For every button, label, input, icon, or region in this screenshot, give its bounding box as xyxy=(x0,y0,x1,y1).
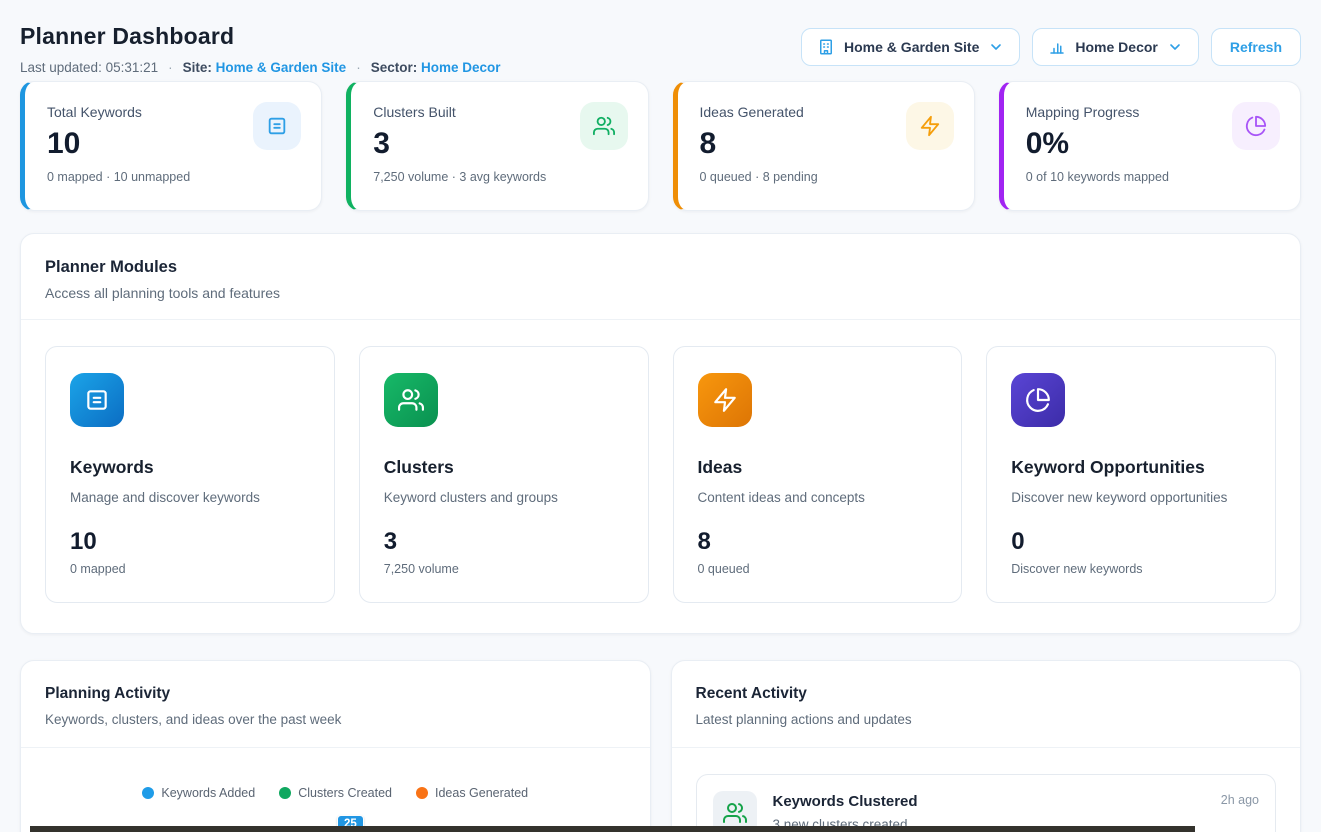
activity-item-title: Keywords Clustered xyxy=(773,793,918,810)
modules-grid: Keywords Manage and discover keywords 10… xyxy=(21,320,1300,633)
site-link[interactable]: Home & Garden Site xyxy=(216,60,347,75)
module-title: Keywords xyxy=(70,457,310,478)
module-title: Keyword Opportunities xyxy=(1011,457,1251,478)
bottom-edge-element xyxy=(30,826,1195,832)
module-subtext: Discover new keywords xyxy=(1011,562,1251,576)
sector-selector-label: Home Decor xyxy=(1075,39,1157,55)
legend-label: Keywords Added xyxy=(161,786,255,800)
chart-subtitle: Keywords, clusters, and ideas over the p… xyxy=(45,712,626,727)
chevron-down-icon xyxy=(1167,39,1183,55)
header-left: Planner Dashboard Last updated: 05:31:21… xyxy=(20,22,501,75)
section-subtitle: Access all planning tools and features xyxy=(45,285,1276,301)
stat-subtext: 7,250 volume · 3 avg keywords xyxy=(373,170,625,184)
stat-subtext: 0 mapped · 10 unmapped xyxy=(47,170,299,184)
header-controls: Home & Garden Site Home Decor Refresh xyxy=(801,28,1301,66)
module-value: 10 xyxy=(70,528,310,556)
module-value: 3 xyxy=(384,528,624,556)
legend-item-clusters-created[interactable]: Clusters Created xyxy=(279,786,392,800)
header-meta: Last updated: 05:31:21 · Site: Home & Ga… xyxy=(20,60,501,75)
stat-card-mapping-progress[interactable]: Mapping Progress 0% 0 of 10 keywords map… xyxy=(999,81,1301,211)
page-title: Planner Dashboard xyxy=(20,22,501,50)
activity-item-top: Keywords Clustered 2h ago xyxy=(773,793,1260,810)
module-subtext: 7,250 volume xyxy=(384,562,624,576)
meta-separator: · xyxy=(168,60,173,75)
stat-card-ideas-generated[interactable]: Ideas Generated 8 0 queued · 8 pending xyxy=(673,81,975,211)
activity-item-timestamp: 2h ago xyxy=(1221,793,1259,807)
module-card-clusters[interactable]: Clusters Keyword clusters and groups 3 7… xyxy=(359,346,649,603)
stats-row: Total Keywords 10 0 mapped · 10 unmapped… xyxy=(20,81,1301,211)
legend-item-ideas-generated[interactable]: Ideas Generated xyxy=(416,786,528,800)
document-icon xyxy=(253,102,301,150)
document-icon xyxy=(70,373,124,427)
legend-label: Clusters Created xyxy=(298,786,392,800)
module-description: Manage and discover keywords xyxy=(70,490,310,505)
recent-subtitle: Latest planning actions and updates xyxy=(696,712,1277,727)
site-selector-label: Home & Garden Site xyxy=(844,39,979,55)
legend-label: Ideas Generated xyxy=(435,786,528,800)
module-description: Discover new keyword opportunities xyxy=(1011,490,1251,505)
card-divider xyxy=(672,747,1301,748)
module-subtext: 0 mapped xyxy=(70,562,310,576)
legend-dot-blue xyxy=(142,787,154,799)
users-icon xyxy=(580,102,628,150)
legend-item-keywords-added[interactable]: Keywords Added xyxy=(142,786,255,800)
users-icon xyxy=(384,373,438,427)
sector-selector-dropdown[interactable]: Home Decor xyxy=(1032,28,1198,66)
recent-activity-card: Recent Activity Latest planning actions … xyxy=(671,660,1302,832)
page-header: Planner Dashboard Last updated: 05:31:21… xyxy=(20,0,1301,75)
module-description: Content ideas and concepts xyxy=(698,490,938,505)
stat-subtext: 0 of 10 keywords mapped xyxy=(1026,170,1278,184)
module-title: Clusters xyxy=(384,457,624,478)
pie-chart-icon xyxy=(1011,373,1065,427)
sector-meta: Sector: Home Decor xyxy=(371,60,501,75)
bottom-row: Planning Activity Keywords, clusters, an… xyxy=(20,660,1301,832)
module-value: 0 xyxy=(1011,528,1251,556)
chart-legend: Keywords Added Clusters Created Ideas Ge… xyxy=(21,786,650,800)
stat-card-clusters-built[interactable]: Clusters Built 3 7,250 volume · 3 avg ke… xyxy=(346,81,648,211)
module-value: 8 xyxy=(698,528,938,556)
refresh-button[interactable]: Refresh xyxy=(1211,28,1301,66)
module-subtext: 0 queued xyxy=(698,562,938,576)
site-meta: Site: Home & Garden Site xyxy=(183,60,347,75)
chart-title: Planning Activity xyxy=(45,685,626,703)
lightning-icon xyxy=(906,102,954,150)
stat-card-total-keywords[interactable]: Total Keywords 10 0 mapped · 10 unmapped xyxy=(20,81,322,211)
activity-item-keywords-clustered[interactable]: Keywords Clustered 2h ago 3 new clusters… xyxy=(696,774,1277,832)
recent-card-header: Recent Activity Latest planning actions … xyxy=(672,661,1301,747)
chart-card-header: Planning Activity Keywords, clusters, an… xyxy=(21,661,650,747)
planner-modules-section: Planner Modules Access all planning tool… xyxy=(20,233,1301,634)
building-icon xyxy=(817,38,835,56)
module-title: Ideas xyxy=(698,457,938,478)
chevron-down-icon xyxy=(988,39,1004,55)
planning-activity-card: Planning Activity Keywords, clusters, an… xyxy=(20,660,651,832)
module-card-keywords[interactable]: Keywords Manage and discover keywords 10… xyxy=(45,346,335,603)
module-description: Keyword clusters and groups xyxy=(384,490,624,505)
module-card-keyword-opportunities[interactable]: Keyword Opportunities Discover new keywo… xyxy=(986,346,1276,603)
sector-link[interactable]: Home Decor xyxy=(421,60,501,75)
pie-chart-icon xyxy=(1232,102,1280,150)
bar-chart-icon xyxy=(1048,38,1066,56)
lightning-icon xyxy=(698,373,752,427)
recent-title: Recent Activity xyxy=(696,685,1277,703)
legend-dot-green xyxy=(279,787,291,799)
legend-dot-orange xyxy=(416,787,428,799)
planner-dashboard-page: Planner Dashboard Last updated: 05:31:21… xyxy=(0,0,1321,832)
meta-separator: · xyxy=(356,60,361,75)
section-title: Planner Modules xyxy=(45,258,1276,277)
card-divider xyxy=(21,747,650,748)
last-updated-text: Last updated: 05:31:21 xyxy=(20,60,158,75)
section-header: Planner Modules Access all planning tool… xyxy=(21,234,1300,319)
module-card-ideas[interactable]: Ideas Content ideas and concepts 8 0 que… xyxy=(673,346,963,603)
site-selector-dropdown[interactable]: Home & Garden Site xyxy=(801,28,1020,66)
stat-subtext: 0 queued · 8 pending xyxy=(700,170,952,184)
